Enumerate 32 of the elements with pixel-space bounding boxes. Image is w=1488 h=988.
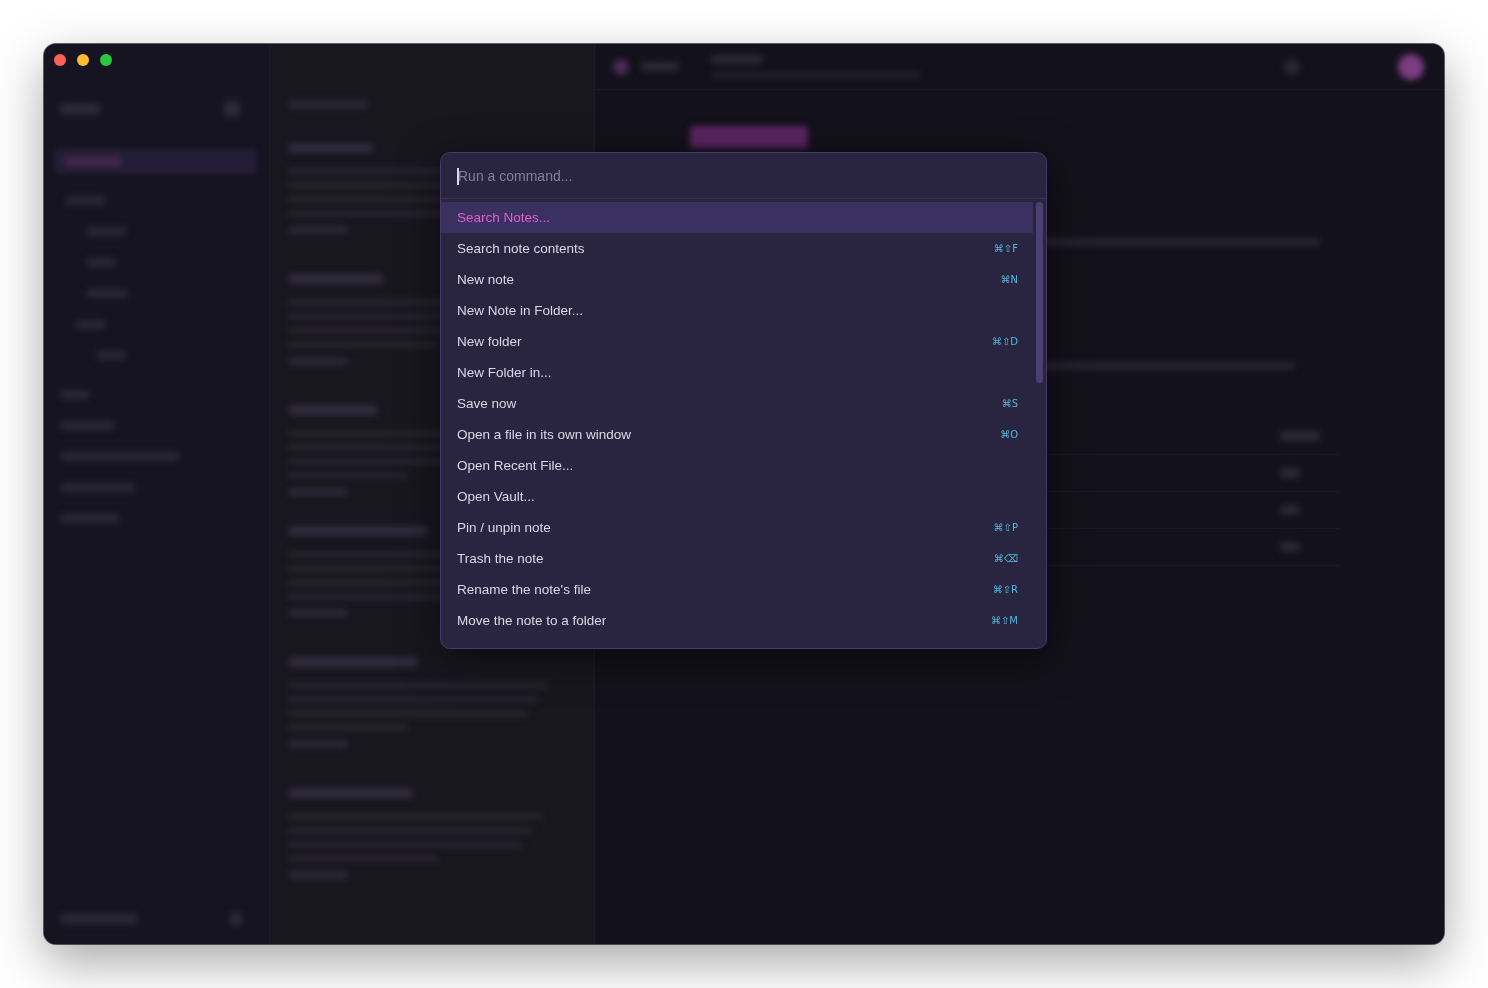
command-item[interactable]: New folder ⌘⇧D: [441, 326, 1033, 357]
command-item[interactable]: Open Vault...: [441, 481, 1033, 512]
blurred-icon: [613, 58, 629, 75]
command-item[interactable]: Rename the note's file ⌘⇧R: [441, 574, 1033, 605]
command-item[interactable]: Save now ⌘S: [441, 388, 1033, 419]
command-item[interactable]: Pin / unpin note ⌘⇧P: [441, 512, 1033, 543]
shortcut-hint: ⌘⇧P: [993, 522, 1018, 533]
command-item[interactable]: Search note contents ⌘⇧F: [441, 233, 1033, 264]
maximize-button[interactable]: [100, 54, 112, 66]
shortcut-hint: ⌘⇧F: [993, 243, 1018, 254]
command-item[interactable]: Open Recent File...: [441, 450, 1033, 481]
command-item[interactable]: Open a file in its own window ⌘O: [441, 419, 1033, 450]
shortcut-hint: ⌘S: [1001, 398, 1018, 409]
shortcut-hint: ⌘⌫: [993, 553, 1018, 564]
command-item[interactable]: Search Notes...: [441, 202, 1033, 233]
close-button[interactable]: [54, 54, 66, 66]
shortcut-hint: ⌘⇧R: [992, 584, 1018, 595]
command-item[interactable]: New Folder in...: [441, 357, 1033, 388]
command-item[interactable]: Move the note to a folder ⌘⇧M: [441, 605, 1033, 636]
shortcut-hint: ⌘⇧M: [991, 615, 1018, 626]
text-cursor: [457, 167, 459, 185]
command-input[interactable]: Run a command...: [458, 164, 998, 187]
scrollbar[interactable]: [1036, 202, 1043, 383]
blurred-text: [64, 156, 122, 166]
command-item[interactable]: New note ⌘N: [441, 264, 1033, 295]
shortcut-hint: ⌘O: [1000, 429, 1018, 440]
blurred-avatar: [1398, 53, 1424, 80]
minimize-button[interactable]: [77, 54, 89, 66]
shortcut-hint: ⌘⇧D: [991, 336, 1018, 347]
command-item[interactable]: New Note in Folder...: [441, 295, 1033, 326]
command-item[interactable]: Trash the note ⌘⌫: [441, 543, 1033, 574]
shortcut-hint: ⌘N: [1000, 274, 1018, 285]
